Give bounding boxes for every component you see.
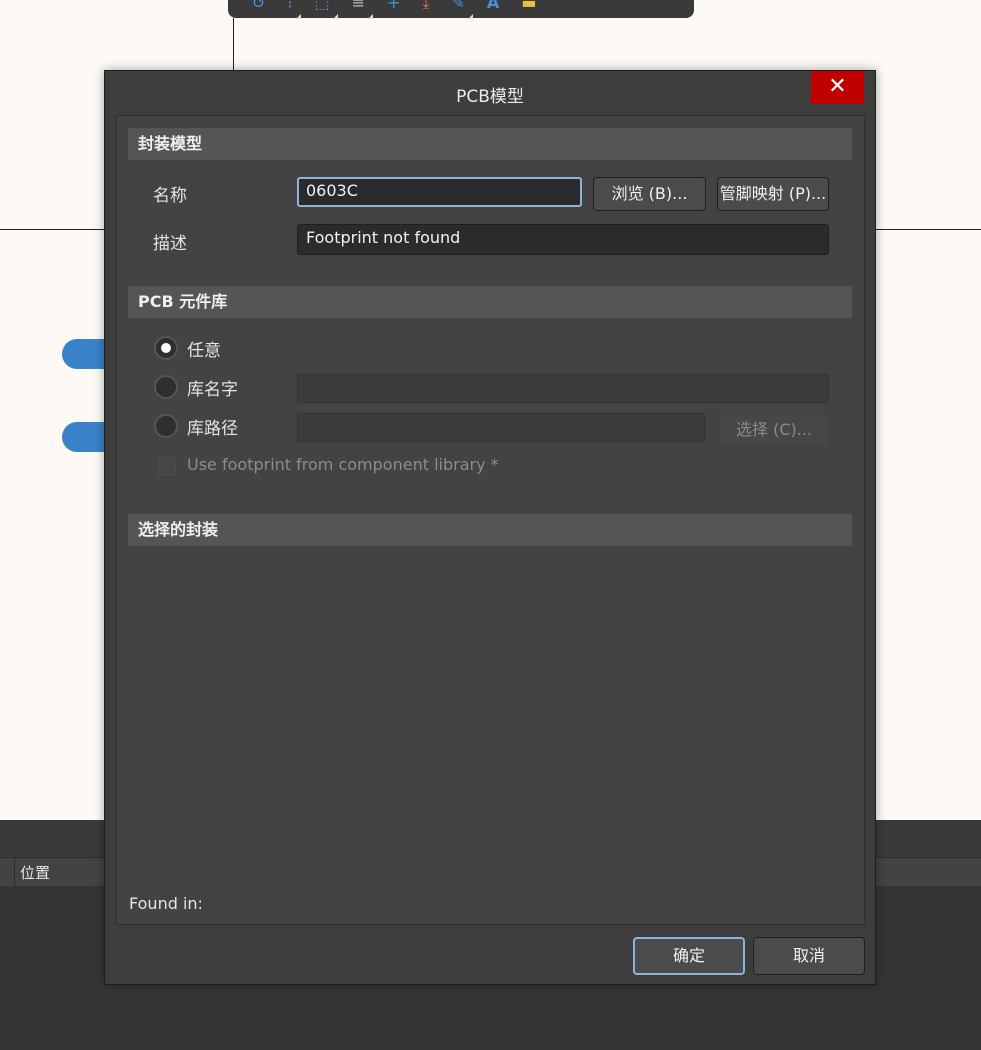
part-icon[interactable]: ▬ [521, 0, 536, 11]
radio-any-label: 任意 [187, 341, 221, 361]
library-name-input [297, 374, 829, 403]
found-in-label: Found in: [129, 894, 203, 913]
radio-library-path-label: 库路径 [187, 419, 238, 439]
browse-button[interactable]: 浏览 (B)... [593, 177, 706, 211]
column-header-location[interactable]: 位置 [20, 862, 50, 883]
library-path-input [297, 413, 705, 442]
schematic-wire [0, 229, 105, 230]
schematic-toolbar: ↺ ⁝ ⬚ ≡ + ⤓ ✎ A ▬ [228, 0, 694, 19]
pencil-icon[interactable]: ✎ [452, 0, 473, 19]
place-icon[interactable]: ⤓ [422, 0, 429, 11]
description-label: 描述 [153, 234, 187, 254]
move-icon[interactable]: ⁝ [287, 0, 301, 19]
schematic-wire [876, 229, 981, 230]
ok-button[interactable]: 确定 [633, 937, 745, 975]
dialog-title: PCB模型 [456, 87, 524, 107]
align-icon[interactable]: ≡ [352, 0, 374, 19]
description-field[interactable]: Footprint not found [297, 224, 829, 255]
undo-icon[interactable]: ↺ [252, 0, 265, 11]
choose-button: 选择 (C)... [719, 413, 829, 447]
use-footprint-checkbox [158, 457, 176, 475]
schematic-wire [233, 18, 234, 70]
section-header-footprint-model: 封装模型 [128, 128, 852, 160]
radio-library-name[interactable] [154, 375, 178, 399]
dialog-content: 封装模型 名称 0603C 浏览 (B)... 管脚映射 (P)... 描述 F… [116, 115, 865, 925]
name-label: 名称 [153, 186, 187, 206]
pcb-model-dialog: PCB模型 ✕ 封装模型 名称 0603C 浏览 (B)... 管脚映射 (P)… [104, 70, 876, 985]
footprint-preview [128, 548, 852, 878]
select-area-icon[interactable]: ⬚ [315, 0, 338, 19]
cancel-button[interactable]: 取消 [753, 937, 865, 975]
section-header-selected-footprint: 选择的封装 [128, 514, 852, 546]
text-icon[interactable]: A [487, 0, 499, 11]
name-input[interactable]: 0603C [297, 177, 582, 207]
radio-library-name-label: 库名字 [187, 380, 238, 400]
pin-map-button[interactable]: 管脚映射 (P)... [717, 177, 829, 211]
radio-any[interactable] [154, 336, 178, 360]
close-icon: ✕ [828, 74, 847, 99]
section-header-pcb-library: PCB 元件库 [128, 286, 852, 318]
dialog-titlebar[interactable]: PCB模型 ✕ [105, 71, 875, 113]
column-separator [14, 858, 15, 886]
use-footprint-label: Use footprint from component library * [187, 455, 499, 474]
radio-library-path[interactable] [154, 414, 178, 438]
cross-icon[interactable]: + [387, 0, 400, 11]
close-button[interactable]: ✕ [811, 71, 864, 104]
